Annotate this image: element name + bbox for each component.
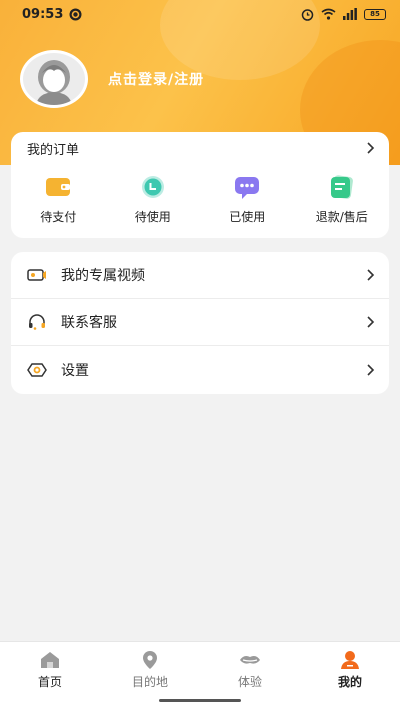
chevron-right-icon: [367, 363, 375, 376]
refund-card-icon: [330, 175, 353, 199]
orders-card: 我的订单 待支付 待使用 已使用 退款/售后: [11, 132, 389, 238]
order-label: 待支付: [40, 210, 77, 224]
headset-icon: [29, 314, 45, 330]
menu-item-settings[interactable]: 设置: [11, 346, 389, 393]
nav-home[interactable]: 首页: [10, 642, 90, 711]
nav-mine[interactable]: 我的: [310, 642, 390, 711]
signal-icon: [343, 8, 357, 20]
login-register-link[interactable]: 点击登录/注册: [108, 69, 204, 89]
chevron-right-icon: [367, 142, 375, 154]
order-label: 已使用: [229, 210, 266, 224]
battery-level: 85: [370, 10, 380, 18]
app-notification-icon: [69, 8, 82, 20]
menu-card: 我的专属视频 联系客服 设置: [11, 252, 389, 394]
chat-bubble-icon: [235, 177, 260, 199]
order-label: 退款/售后: [315, 210, 368, 224]
clock-icon: [141, 176, 164, 198]
alarm-icon: [301, 8, 314, 21]
order-pending-payment[interactable]: 待支付: [13, 174, 103, 225]
order-label: 待使用: [134, 210, 171, 224]
experience-icon: [240, 656, 260, 664]
menu-item-my-videos[interactable]: 我的专属视频: [11, 252, 389, 299]
user-icon: [341, 651, 359, 669]
nav-label: 目的地: [131, 675, 168, 689]
location-pin-icon: [143, 651, 157, 669]
home-icon: [41, 652, 59, 668]
settings-icon: [27, 362, 47, 377]
home-indicator[interactable]: [159, 699, 241, 702]
menu-item-customer-service[interactable]: 联系客服: [11, 299, 389, 346]
order-to-use[interactable]: 待使用: [108, 174, 198, 225]
video-icon: [27, 269, 46, 281]
order-used[interactable]: 已使用: [202, 174, 292, 225]
profile-section: 点击登录/注册: [20, 50, 204, 108]
wallet-icon: [46, 178, 71, 196]
menu-label: 我的专属视频: [61, 268, 145, 284]
orders-header[interactable]: 我的订单: [11, 132, 389, 164]
order-refund-aftersale[interactable]: 退款/售后: [297, 174, 387, 225]
status-time: 09:53: [22, 6, 64, 22]
nav-label: 体验: [237, 675, 262, 689]
menu-label: 设置: [61, 362, 89, 379]
nav-label: 首页: [37, 675, 62, 689]
battery-icon: 85: [364, 8, 386, 20]
chevron-right-icon: [367, 316, 375, 328]
orders-title: 我的订单: [27, 142, 80, 158]
avatar[interactable]: [20, 50, 88, 108]
status-bar: 09:53 85: [0, 0, 400, 28]
nav-label: 我的: [337, 675, 362, 689]
chevron-right-icon: [367, 269, 375, 281]
wifi-icon: [321, 8, 336, 20]
menu-label: 联系客服: [61, 315, 117, 331]
default-avatar-icon: [36, 60, 72, 105]
